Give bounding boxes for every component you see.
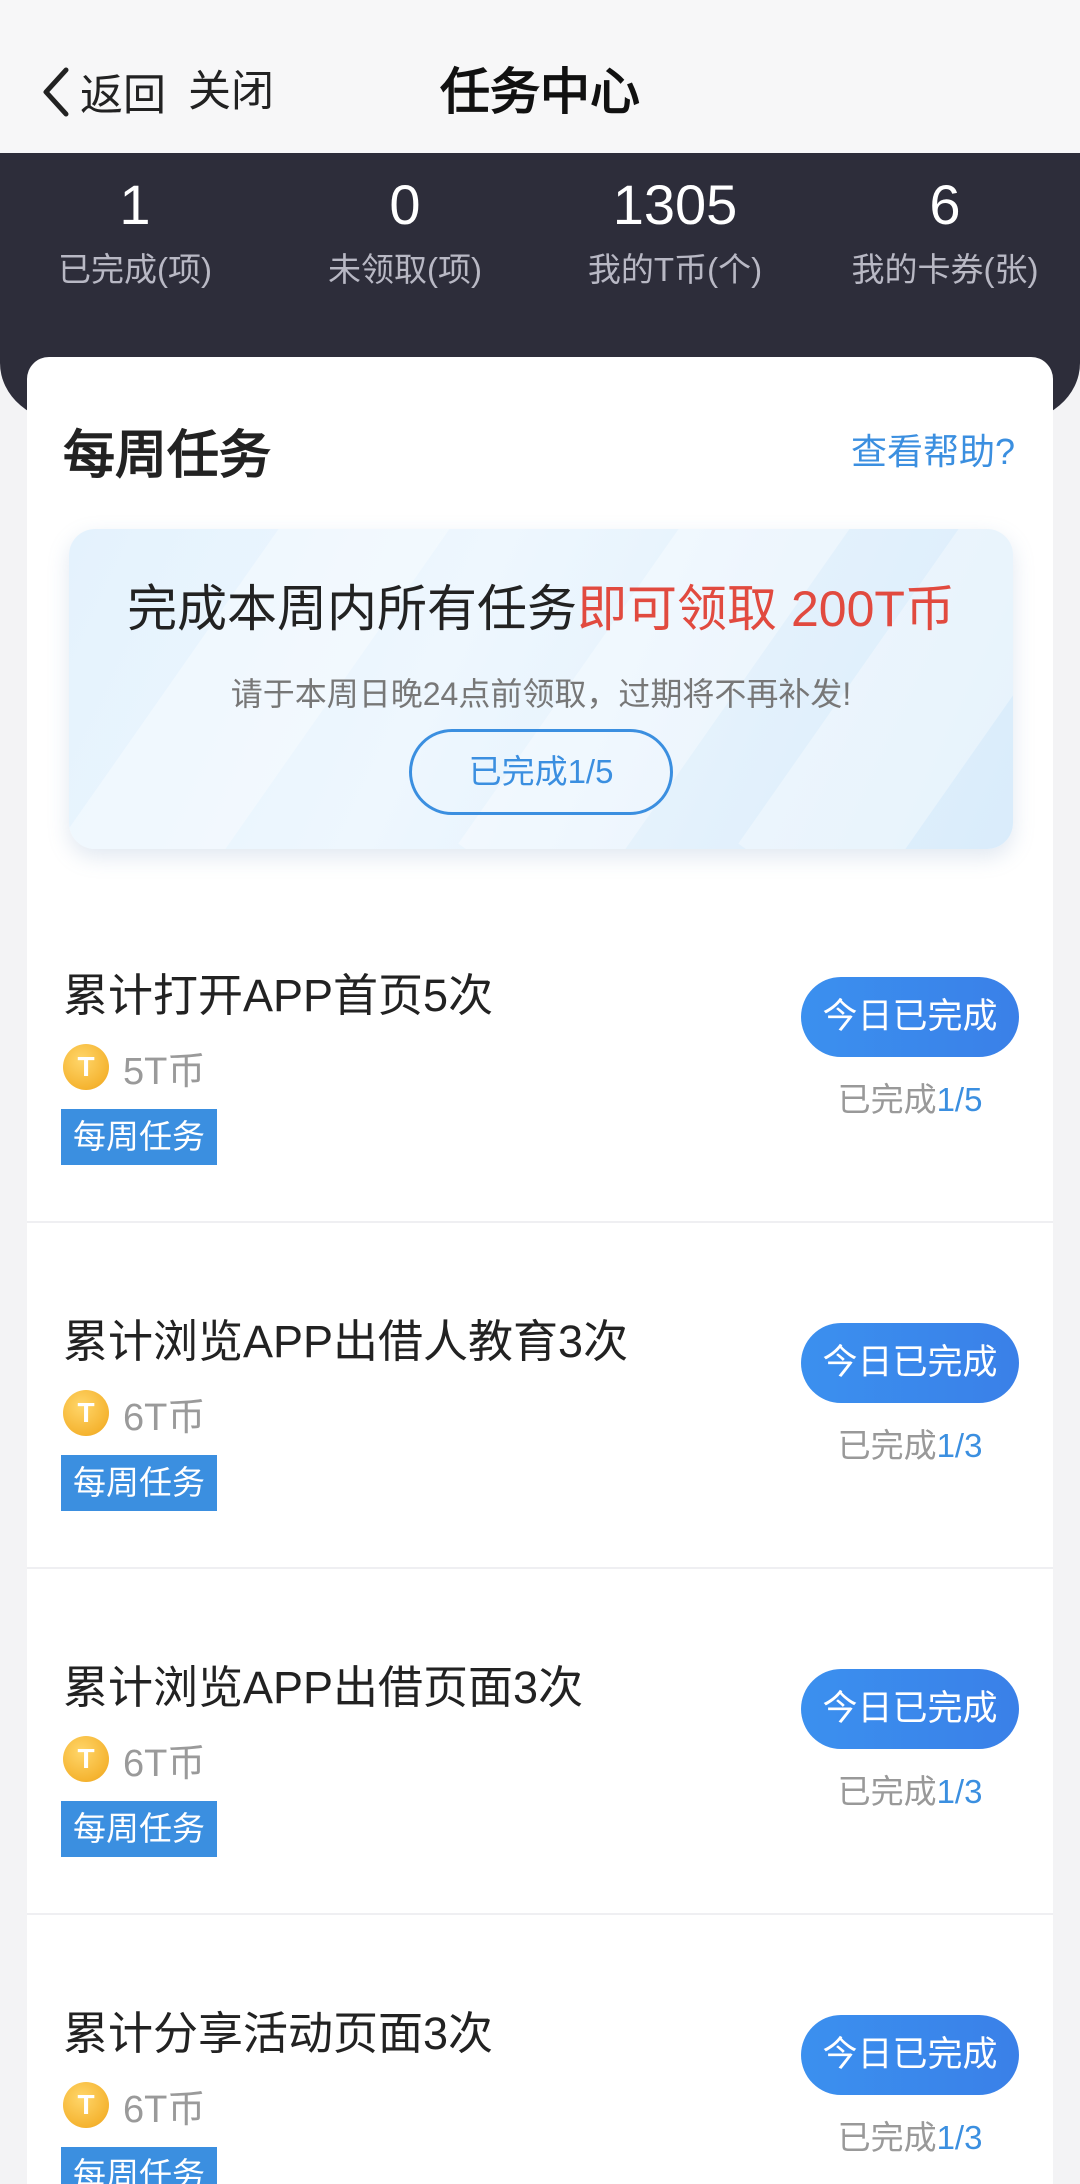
top-nav-bar: 返回 关闭 任务中心 xyxy=(0,0,1080,153)
task-done-button[interactable]: 今日已完成 xyxy=(801,2015,1019,2095)
section-title: 每周任务 xyxy=(63,427,272,485)
task-progress: 已完成1/3 xyxy=(801,1419,1019,1467)
task-item: 累计浏览APP出借页面3次 T 6T币 每周任务 今日已完成 已完成1/3 xyxy=(27,1569,1053,1915)
coin-icon: T xyxy=(63,1044,109,1090)
task-progress: 已完成1/3 xyxy=(801,2111,1019,2159)
task-done-button[interactable]: 今日已完成 xyxy=(801,977,1019,1057)
task-tag: 每周任务 xyxy=(61,1455,217,1511)
weekly-reward-banner: 完成本周内所有任务即可领取 200T币 请于本周日晚24点前领取，过期将不再补发… xyxy=(69,529,1013,849)
reward-amount: 6T币 xyxy=(123,1396,206,1439)
progress-prefix: 已完成 xyxy=(837,1773,937,1810)
progress-count: 1/3 xyxy=(936,1427,983,1464)
task-done-button[interactable]: 今日已完成 xyxy=(801,1323,1019,1403)
stat-value: 6 xyxy=(929,173,961,236)
task-title: 累计分享活动页面3次 xyxy=(63,2008,494,2059)
task-tag: 每周任务 xyxy=(61,1109,217,1165)
task-reward: T 5T币 xyxy=(63,1041,205,1093)
progress-prefix: 已完成 xyxy=(837,1081,937,1118)
task-item: 累计浏览APP出借人教育3次 T 6T币 每周任务 今日已完成 已完成1/3 xyxy=(27,1223,1053,1569)
task-item: 累计分享活动页面3次 T 6T币 每周任务 今日已完成 已完成1/3 xyxy=(27,1915,1053,2184)
reward-amount: 5T币 xyxy=(123,1050,206,1093)
task-center-page: 返回 关闭 任务中心 1 已完成(项) 0 未领取(项) 1305 我的T币(个… xyxy=(0,0,1080,2184)
stat-my-coins[interactable]: 1305 我的T币(个) xyxy=(540,169,810,291)
progress-count: 1/3 xyxy=(936,1773,983,1810)
stat-label: 我的卡券(张) xyxy=(851,251,1039,288)
task-progress: 已完成1/5 xyxy=(801,1073,1019,1121)
progress-count: 1/3 xyxy=(936,2119,983,2156)
help-link[interactable]: 查看帮助? xyxy=(851,423,1015,475)
stat-completed[interactable]: 1 已完成(项) xyxy=(0,169,270,291)
stat-label: 未领取(项) xyxy=(328,251,482,288)
stat-value: 1 xyxy=(119,173,151,236)
banner-highlight: 即可领取 200T币 xyxy=(577,581,955,637)
coin-icon: T xyxy=(63,1390,109,1436)
banner-headline-text: 完成本周内所有任务 xyxy=(127,581,578,637)
task-reward: T 6T币 xyxy=(63,2079,205,2131)
weekly-tasks-card: 每周任务 查看帮助? 完成本周内所有任务即可领取 200T币 请于本周日晚24点… xyxy=(27,357,1053,2184)
stat-label: 已完成(项) xyxy=(58,251,212,288)
task-tag: 每周任务 xyxy=(61,1801,217,1857)
stat-label: 我的T币(个) xyxy=(587,251,763,288)
stat-my-coupons[interactable]: 6 我的卡券(张) xyxy=(810,169,1080,291)
task-item: 累计打开APP首页5次 T 5T币 每周任务 今日已完成 已完成1/5 xyxy=(27,877,1053,1223)
task-progress: 已完成1/3 xyxy=(801,1765,1019,1813)
banner-subtitle: 请于本周日晚24点前领取，过期将不再补发! xyxy=(230,676,852,712)
task-done-button[interactable]: 今日已完成 xyxy=(801,1669,1019,1749)
task-tag: 每周任务 xyxy=(61,2147,217,2184)
stat-value: 1305 xyxy=(612,173,738,236)
banner-headline: 完成本周内所有任务即可领取 200T币 xyxy=(69,569,1013,641)
task-title: 累计浏览APP出借页面3次 xyxy=(63,1662,584,1713)
task-reward: T 6T币 xyxy=(63,1733,205,1785)
stat-unclaimed[interactable]: 0 未领取(项) xyxy=(270,169,540,291)
progress-prefix: 已完成 xyxy=(837,1427,937,1464)
coin-icon: T xyxy=(63,2082,109,2128)
task-title: 累计浏览APP出借人教育3次 xyxy=(63,1316,629,1367)
reward-amount: 6T币 xyxy=(123,1742,206,1785)
progress-count: 1/5 xyxy=(936,1081,983,1118)
task-title: 累计打开APP首页5次 xyxy=(63,970,494,1021)
coin-icon: T xyxy=(63,1736,109,1782)
progress-prefix: 已完成 xyxy=(837,2119,937,2156)
banner-progress-button[interactable]: 已完成1/5 xyxy=(409,729,673,815)
reward-amount: 6T币 xyxy=(123,2088,206,2131)
stat-value: 0 xyxy=(389,173,421,236)
task-reward: T 6T币 xyxy=(63,1387,205,1439)
page-title: 任务中心 xyxy=(440,64,640,120)
